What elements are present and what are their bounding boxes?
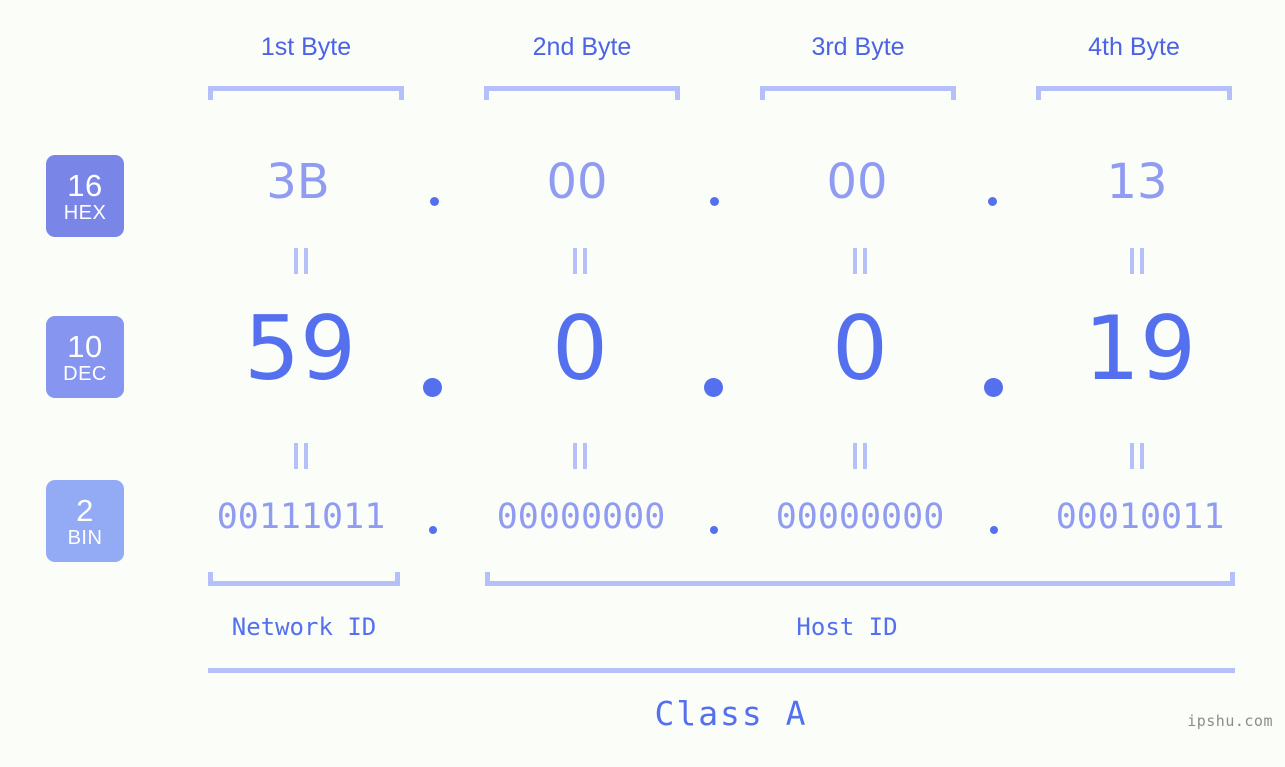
equals-icon-hex-dec-1 (294, 248, 308, 274)
dec-value-byte-3: 0 (832, 297, 888, 400)
ip-address-breakdown-diagram: 1st Byte 2nd Byte 3rd Byte 4th Byte 16 H… (0, 0, 1285, 767)
byte-bracket-1 (208, 86, 404, 100)
class-label: Class A (654, 694, 808, 733)
hex-value-byte-4: 13 (1106, 154, 1168, 210)
bin-value-byte-4: 00010011 (1055, 497, 1225, 537)
watermark: ipshu.com (1187, 712, 1273, 730)
bin-value-byte-2: 00000000 (496, 497, 666, 537)
equals-icon-hex-dec-4 (1130, 248, 1144, 274)
equals-icon-hex-dec-2 (573, 248, 587, 274)
byte-header-2: 2nd Byte (532, 33, 632, 61)
network-id-bracket (208, 572, 400, 586)
equals-icon-hex-dec-3 (853, 248, 867, 274)
hex-separator-dot-1 (430, 197, 439, 206)
dec-separator-dot-2 (704, 378, 723, 397)
class-bracket (208, 663, 1235, 673)
base-badge-bin-abbr: BIN (67, 526, 103, 549)
equals-icon-dec-bin-4 (1130, 443, 1144, 469)
byte-bracket-2 (484, 86, 680, 100)
hex-separator-dot-2 (710, 197, 719, 206)
bin-separator-dot-3 (990, 526, 998, 534)
base-badge-bin-number: 2 (76, 492, 94, 528)
base-badge-dec: 10 DEC (46, 316, 124, 398)
hex-separator-dot-3 (988, 197, 997, 206)
dec-value-byte-4: 19 (1084, 297, 1196, 400)
byte-bracket-3 (760, 86, 956, 100)
dec-value-byte-2: 0 (552, 297, 608, 400)
bin-value-byte-1: 00111011 (216, 497, 386, 537)
byte-header-1: 1st Byte (260, 33, 352, 61)
dec-value-byte-1: 59 (244, 297, 356, 400)
base-badge-bin: 2 BIN (46, 480, 124, 562)
hex-value-byte-1: 3B (266, 154, 330, 210)
bin-separator-dot-2 (710, 526, 718, 534)
byte-header-4: 4th Byte (1088, 33, 1180, 61)
byte-bracket-4 (1036, 86, 1232, 100)
bin-separator-dot-1 (429, 526, 437, 534)
network-id-label: Network ID (231, 613, 377, 641)
dec-separator-dot-1 (423, 378, 442, 397)
host-id-bracket (485, 572, 1235, 586)
equals-icon-dec-bin-2 (573, 443, 587, 469)
equals-icon-dec-bin-1 (294, 443, 308, 469)
hex-value-byte-3: 00 (826, 154, 888, 210)
base-badge-hex: 16 HEX (46, 155, 124, 237)
dec-separator-dot-3 (984, 378, 1003, 397)
equals-icon-dec-bin-3 (853, 443, 867, 469)
hex-value-byte-2: 00 (546, 154, 608, 210)
base-badge-hex-abbr: HEX (63, 201, 107, 224)
host-id-label: Host ID (796, 613, 898, 641)
bin-value-byte-3: 00000000 (775, 497, 945, 537)
base-badge-dec-abbr: DEC (63, 362, 107, 385)
byte-header-3: 3rd Byte (811, 33, 905, 61)
base-badge-hex-number: 16 (67, 167, 103, 203)
base-badge-dec-number: 10 (67, 328, 103, 364)
